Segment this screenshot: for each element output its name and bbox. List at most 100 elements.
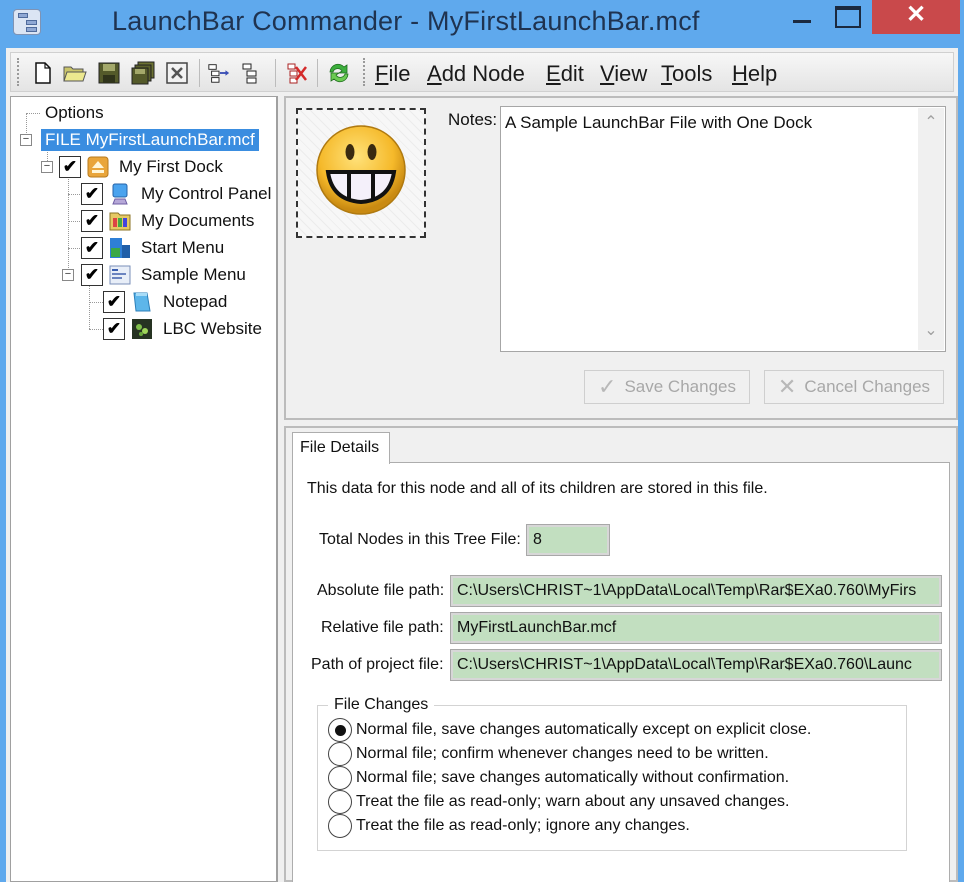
collapse-toggle[interactable]: − — [20, 134, 32, 146]
window-title: LaunchBar Commander - MyFirstLaunchBar.m… — [112, 6, 700, 36]
file-changes-legend: File Changes — [328, 696, 435, 714]
checkmark-icon: ✓ — [598, 374, 617, 399]
window-client: File Add Node Edit View Tools Help Optio… — [6, 48, 958, 882]
menu-file[interactable]: File — [375, 61, 410, 87]
open-file-button[interactable] — [63, 61, 87, 85]
tree-item-my-documents[interactable]: ✔ My Documents — [81, 209, 254, 233]
node-icon-picker[interactable] — [296, 108, 426, 238]
tree-item-options[interactable]: Options — [45, 101, 104, 125]
radio-selected-dot — [334, 724, 346, 736]
refresh-icon — [329, 63, 349, 83]
tree-connector — [68, 175, 69, 272]
menubar-grip[interactable] — [363, 58, 366, 86]
add-sibling-node-button[interactable] — [239, 61, 263, 85]
cancel-changes-button[interactable]: ✕ Cancel Changes — [764, 370, 944, 404]
menu-icon — [109, 264, 131, 286]
tree-connector — [26, 113, 40, 114]
tab-file-details[interactable]: File Details — [292, 432, 390, 464]
grinning-smiley-icon — [316, 125, 406, 215]
radio-button[interactable] — [328, 766, 352, 790]
website-icon — [131, 318, 153, 340]
node-editor-panel: Notes: A Sample LaunchBar File with One … — [284, 96, 958, 420]
tree-connector — [89, 329, 103, 330]
toolbar-grip[interactable] — [17, 58, 20, 86]
dock-icon — [87, 156, 109, 178]
total-nodes-field[interactable]: 8 — [526, 524, 610, 556]
checkbox[interactable]: ✔ — [81, 237, 103, 259]
tree-connector — [68, 194, 82, 195]
collapse-toggle[interactable]: − — [41, 161, 53, 173]
tree-item-lbc-website[interactable]: ✔ LBC Website — [103, 317, 262, 341]
collapse-toggle[interactable]: − — [62, 269, 74, 281]
add-child-node-button[interactable] — [207, 61, 231, 85]
tree-item-my-first-dock[interactable]: ✔ My First Dock — [59, 155, 223, 179]
tree-item-file[interactable]: FILE MyFirstLaunchBar.mcf — [41, 128, 259, 152]
save-changes-button[interactable]: ✓ Save Changes — [584, 370, 750, 404]
close-file-button[interactable] — [165, 61, 189, 85]
radio-button[interactable] — [328, 790, 352, 814]
checkbox[interactable]: ✔ — [81, 264, 103, 286]
save-all-button[interactable] — [131, 61, 155, 85]
relative-path-field[interactable]: MyFirstLaunchBar.mcf — [450, 612, 942, 644]
tree-item-sample-menu[interactable]: ✔ Sample Menu — [81, 263, 246, 287]
radio-button[interactable] — [328, 742, 352, 766]
new-file-button[interactable] — [31, 61, 55, 85]
radio-button[interactable] — [328, 814, 352, 838]
details-tab-panel: File Details This data for this node and… — [284, 426, 958, 882]
file-details-description: This data for this node and all of its c… — [307, 480, 768, 497]
checkbox[interactable]: ✔ — [103, 291, 125, 313]
radio-option-read-only-ignore[interactable]: Treat the file as read-only; ignore any … — [328, 814, 690, 838]
notes-textarea[interactable]: A Sample LaunchBar File with One Dock — [500, 106, 946, 352]
total-nodes-label: Total Nodes in this Tree File: — [319, 531, 521, 548]
menu-edit[interactable]: Edit — [546, 61, 584, 87]
scroll-down-icon[interactable]: ⌄ — [923, 323, 939, 339]
notepad-icon — [131, 291, 153, 313]
add-sibling-node-icon — [242, 63, 257, 84]
notes-scrollbar[interactable]: ⌃ ⌄ — [918, 108, 944, 350]
radio-option-read-only-warn[interactable]: Treat the file as read-only; warn about … — [328, 790, 789, 814]
open-folder-icon — [63, 66, 87, 82]
checkbox[interactable]: ✔ — [103, 318, 125, 340]
project-path-label: Path of project file: — [311, 656, 444, 673]
app-tree-icon[interactable] — [13, 9, 41, 35]
menu-view[interactable]: View — [600, 61, 647, 87]
save-file-button[interactable] — [97, 61, 121, 85]
x-icon: ✕ — [777, 374, 797, 399]
file-changes-group: File Changes Normal file, save changes a… — [317, 696, 907, 851]
add-child-node-icon — [208, 64, 230, 83]
tree-connector — [68, 221, 82, 222]
checkbox[interactable]: ✔ — [81, 183, 103, 205]
tree-connector — [89, 302, 103, 303]
relative-path-label: Relative file path: — [321, 619, 444, 636]
menu-tools[interactable]: Tools — [661, 61, 712, 87]
close-box-icon — [166, 62, 188, 84]
notes-label: Notes: — [448, 110, 498, 129]
checkbox[interactable]: ✔ — [59, 156, 81, 178]
tree-item-start-menu[interactable]: ✔ Start Menu — [81, 236, 224, 260]
refresh-button[interactable] — [327, 61, 351, 85]
absolute-path-label: Absolute file path: — [317, 582, 445, 599]
node-tree[interactable]: Options − FILE MyFirstLaunchBar.mcf − ✔ … — [10, 96, 278, 882]
project-path-field[interactable]: C:\Users\CHRIST~1\AppData\Local\Temp\Rar… — [450, 649, 942, 681]
checkbox[interactable]: ✔ — [81, 210, 103, 232]
tree-item-notepad[interactable]: ✔ Notepad — [103, 290, 227, 314]
tree-item-my-control-panel[interactable]: ✔ My Control Panel — [81, 182, 271, 206]
delete-node-button[interactable] — [285, 61, 309, 85]
maximize-button[interactable] — [826, 0, 870, 34]
menu-help[interactable]: Help — [732, 61, 777, 87]
radio-button[interactable] — [328, 718, 352, 742]
tree-connector — [68, 248, 82, 249]
absolute-path-field[interactable]: C:\Users\CHRIST~1\AppData\Local\Temp\Rar… — [450, 575, 942, 607]
radio-option-auto-save-no-confirm[interactable]: Normal file; save changes automatically … — [328, 766, 789, 790]
close-button[interactable]: ✕ — [872, 0, 960, 34]
toolbar-separator — [199, 59, 200, 87]
menu-add-node[interactable]: Add Node — [427, 61, 525, 87]
control-panel-icon — [109, 183, 131, 205]
radio-option-confirm-writes[interactable]: Normal file; confirm whenever changes ne… — [328, 742, 769, 766]
save-all-icon — [131, 61, 155, 85]
close-icon: ✕ — [905, 1, 927, 28]
scroll-up-icon[interactable]: ⌃ — [923, 115, 939, 131]
documents-folder-icon — [109, 210, 131, 232]
minimize-button[interactable] — [781, 0, 825, 34]
radio-option-auto-save-except-close[interactable]: Normal file, save changes automatically … — [328, 718, 811, 742]
